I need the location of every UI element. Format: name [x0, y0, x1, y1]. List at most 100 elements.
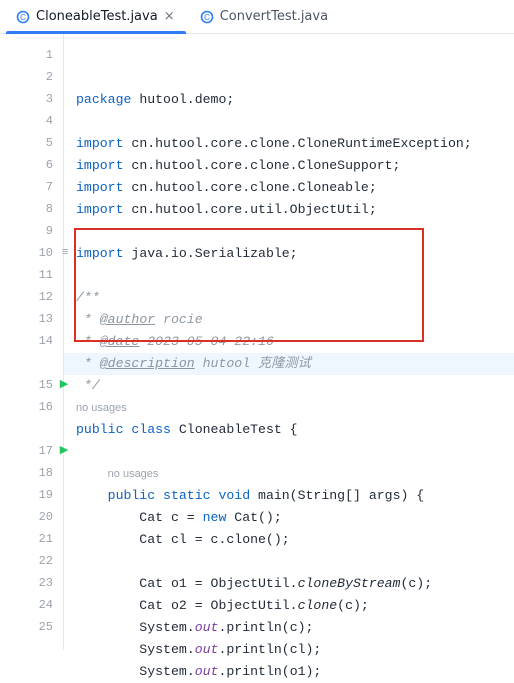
gutter-line[interactable]: 21 — [0, 528, 63, 550]
code-line[interactable]: */ — [64, 375, 514, 397]
code-line[interactable] — [64, 221, 514, 243]
token-kw: import — [76, 180, 131, 195]
code-line[interactable]: * @description hutool 克隆测试 — [64, 353, 514, 375]
token-text: Cat o2 = ObjectUtil. — [76, 598, 298, 613]
gutter-line[interactable]: 7 — [0, 176, 63, 198]
token-fn-i: cloneByStream — [298, 576, 401, 591]
gutter-line[interactable]: 24 — [0, 594, 63, 616]
gutter-line[interactable]: 1 — [0, 44, 63, 66]
code-line[interactable]: public class CloneableTest { — [64, 419, 514, 441]
code-line[interactable]: no usages — [64, 463, 514, 485]
token-text: java.io.Serializable; — [131, 246, 297, 261]
token-cmt: * — [76, 356, 100, 371]
token-fld: out — [195, 620, 219, 635]
code-line[interactable] — [64, 111, 514, 133]
gutter-line[interactable] — [0, 352, 63, 374]
code-line[interactable]: Cat cl = c.clone(); — [64, 529, 514, 551]
code-line[interactable]: import java.io.Serializable; — [64, 243, 514, 265]
gutter-line[interactable]: 22 — [0, 550, 63, 572]
code-line[interactable]: System.out.println(o1); — [64, 661, 514, 683]
token-kw: import — [76, 136, 131, 151]
code-line[interactable]: import cn.hutool.core.util.ObjectUtil; — [64, 199, 514, 221]
code-line[interactable]: import cn.hutool.core.clone.CloneRuntime… — [64, 133, 514, 155]
code-line[interactable]: /** — [64, 287, 514, 309]
line-number-gutter[interactable]: 12345678910≡1112131415▶1617▶181920212223… — [0, 34, 64, 650]
token-str-dim: 2023-05-04 22:16 — [139, 334, 274, 349]
code-line[interactable]: public static void main(String[] args) { — [64, 485, 514, 507]
gutter-line[interactable]: 11 — [0, 264, 63, 286]
tab-cloneabletest[interactable]: C CloneableTest.java × — [6, 0, 186, 33]
code-line[interactable]: System.out.println(cl); — [64, 639, 514, 661]
token-text: System. — [76, 664, 195, 679]
code-line[interactable]: import cn.hutool.core.clone.CloneSupport… — [64, 155, 514, 177]
class-file-icon: C — [16, 10, 30, 24]
token-cmt: */ — [76, 378, 100, 393]
gutter-line[interactable]: 9 — [0, 220, 63, 242]
gutter-line[interactable]: 6 — [0, 154, 63, 176]
code-line[interactable] — [64, 265, 514, 287]
token-text: .println(o1); — [218, 664, 321, 679]
token-text: hutool.demo; — [139, 92, 234, 107]
tab-converttest[interactable]: C ConvertTest.java — [190, 0, 338, 33]
token-text: cn.hutool.core.clone.Cloneable; — [131, 180, 376, 195]
code-line[interactable]: System.out.println(c); — [64, 617, 514, 639]
code-line[interactable]: Cat o2 = ObjectUtil.clone(c); — [64, 595, 514, 617]
code-line[interactable]: Cat o1 = ObjectUtil.cloneByStream(c); — [64, 573, 514, 595]
token-text: cn.hutool.core.clone.CloneSupport; — [131, 158, 400, 173]
code-line[interactable]: * @author rocie — [64, 309, 514, 331]
token-kw: import — [76, 246, 131, 261]
gutter-line[interactable]: 19 — [0, 484, 63, 506]
gutter-line[interactable] — [0, 418, 63, 440]
token-kw: public static void — [108, 488, 258, 503]
code-line[interactable] — [64, 551, 514, 573]
gutter-line[interactable]: 3 — [0, 88, 63, 110]
gutter-line[interactable]: 18 — [0, 462, 63, 484]
tab-label: CloneableTest.java — [36, 9, 158, 24]
gutter-line[interactable]: 20 — [0, 506, 63, 528]
code-area[interactable]: package hutool.demo; import cn.hutool.cor… — [64, 34, 514, 650]
close-tab-icon[interactable]: × — [164, 9, 176, 24]
code-line[interactable] — [64, 441, 514, 463]
gutter-line[interactable]: 12 — [0, 286, 63, 308]
gutter-line[interactable]: 4 — [0, 110, 63, 132]
token-str-dim: hutool 克隆测试 — [195, 356, 311, 371]
class-file-icon: C — [200, 10, 214, 24]
token-text: Cat cl = c.clone(); — [76, 532, 290, 547]
code-line[interactable]: no usages — [64, 397, 514, 419]
gutter-line[interactable]: 10≡ — [0, 242, 63, 264]
code-line[interactable]: package hutool.demo; — [64, 89, 514, 111]
token-text: cn.hutool.core.clone.CloneRuntimeExcepti… — [131, 136, 471, 151]
token-tag: @date — [100, 334, 140, 349]
token-text: Cat c = — [76, 510, 203, 525]
gutter-line[interactable]: 16 — [0, 396, 63, 418]
gutter-line[interactable]: 5 — [0, 132, 63, 154]
token-text: Cat(); — [234, 510, 281, 525]
token-text: (c); — [337, 598, 369, 613]
token-usages: no usages — [76, 402, 127, 414]
token-text: (c); — [400, 576, 432, 591]
gutter-line[interactable]: 25 — [0, 616, 63, 638]
token-tag: @description — [100, 356, 195, 371]
token-usages: no usages — [108, 468, 159, 480]
gutter-line[interactable]: 8 — [0, 198, 63, 220]
gutter-line[interactable]: 2 — [0, 66, 63, 88]
token-kw: import — [76, 202, 131, 217]
gutter-line[interactable]: 13 — [0, 308, 63, 330]
svg-text:C: C — [204, 13, 210, 22]
gutter-line[interactable]: 23 — [0, 572, 63, 594]
token-text — [76, 488, 108, 503]
token-kw: package — [76, 92, 139, 107]
token-cmt: * — [76, 334, 100, 349]
gutter-line[interactable]: 15▶ — [0, 374, 63, 396]
gutter-line[interactable]: 14 — [0, 330, 63, 352]
gutter-line[interactable]: 17▶ — [0, 440, 63, 462]
code-line[interactable]: * @date 2023-05-04 22:16 — [64, 331, 514, 353]
token-fld: out — [195, 664, 219, 679]
token-str-dim: rocie — [155, 312, 202, 327]
code-line[interactable]: import cn.hutool.core.clone.Cloneable; — [64, 177, 514, 199]
code-line[interactable]: Cat c = new Cat(); — [64, 507, 514, 529]
token-text: System. — [76, 620, 195, 635]
svg-text:C: C — [20, 13, 26, 22]
token-text: .println(c); — [218, 620, 313, 635]
token-kw: import — [76, 158, 131, 173]
